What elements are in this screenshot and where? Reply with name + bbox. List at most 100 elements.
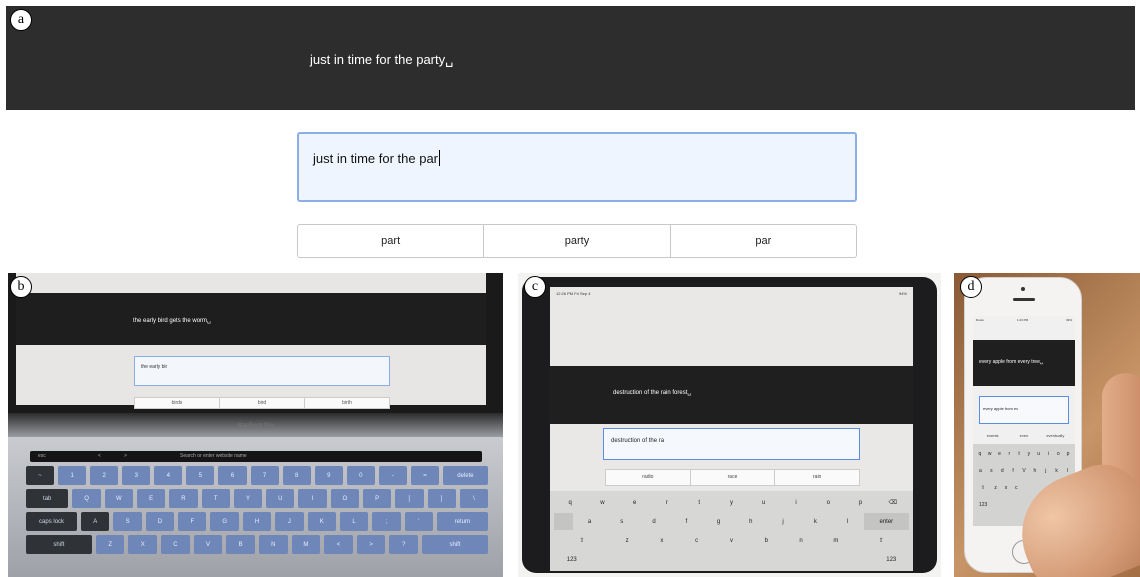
key[interactable]: j: [1040, 463, 1051, 478]
space-key[interactable]: [590, 551, 874, 568]
key[interactable]: =: [410, 466, 440, 485]
key[interactable]: Y: [233, 489, 263, 508]
key[interactable]: 4: [154, 466, 183, 485]
shift-key[interactable]: ⇧: [554, 532, 610, 549]
phone-suggestion-2[interactable]: even: [1008, 430, 1039, 442]
key[interactable]: 1: [58, 466, 87, 485]
enter-key[interactable]: enter: [863, 513, 909, 530]
key[interactable]: w: [985, 446, 995, 461]
key[interactable]: p: [844, 494, 876, 511]
key[interactable]: ~: [26, 466, 55, 485]
key[interactable]: 7: [250, 466, 279, 485]
key[interactable]: L: [339, 512, 369, 531]
key[interactable]: T: [201, 489, 230, 508]
backspace-key[interactable]: ⌫: [877, 494, 909, 511]
tablet-text-field[interactable]: destruction of the ra: [603, 428, 860, 460]
key[interactable]: U: [266, 489, 295, 508]
numbers-key[interactable]: 123: [874, 551, 910, 568]
suggestion-3-button[interactable]: par: [671, 225, 856, 257]
key[interactable]: x: [1001, 480, 1011, 495]
key[interactable]: j: [767, 513, 799, 530]
key[interactable]: C: [161, 535, 190, 554]
key[interactable]: c: [679, 532, 714, 549]
key[interactable]: w: [586, 494, 618, 511]
key[interactable]: 6: [218, 466, 247, 485]
key[interactable]: h: [735, 513, 767, 530]
key[interactable]: <: [324, 535, 353, 554]
key[interactable]: p: [1063, 446, 1073, 461]
key[interactable]: d: [638, 513, 670, 530]
key[interactable]: V: [193, 535, 223, 554]
key[interactable]: q: [975, 446, 985, 461]
key[interactable]: E: [136, 489, 166, 508]
key[interactable]: y: [715, 494, 747, 511]
numbers-key[interactable]: 123: [554, 551, 590, 568]
key[interactable]: K: [307, 512, 336, 531]
key[interactable]: a: [975, 463, 986, 478]
key[interactable]: O: [330, 489, 359, 508]
key[interactable]: delete: [443, 466, 488, 485]
key[interactable]: o: [1053, 446, 1063, 461]
tablet-suggestion-3[interactable]: rain: [775, 470, 859, 485]
tablet-suggestion-2[interactable]: race: [691, 470, 776, 485]
key[interactable]: f: [1008, 463, 1019, 478]
key[interactable]: q: [554, 494, 586, 511]
laptop-suggestion-2[interactable]: bird: [220, 398, 305, 408]
key[interactable]: x: [644, 532, 679, 549]
key[interactable]: r: [1004, 446, 1014, 461]
key[interactable]: y: [1024, 446, 1034, 461]
key[interactable]: \: [459, 489, 489, 508]
key[interactable]: m: [818, 532, 853, 549]
key[interactable]: P: [362, 489, 392, 508]
key[interactable]: R: [169, 489, 198, 508]
key[interactable]: e: [995, 446, 1005, 461]
key[interactable]: k: [1051, 463, 1062, 478]
key[interactable]: d: [997, 463, 1008, 478]
laptop-text-field[interactable]: the early bir: [134, 356, 390, 386]
key[interactable]: v: [714, 532, 749, 549]
key[interactable]: shift: [422, 535, 488, 554]
key[interactable]: N: [258, 535, 288, 554]
key[interactable]: u: [1034, 446, 1044, 461]
key[interactable]: r: [651, 494, 683, 511]
key[interactable]: a: [573, 513, 605, 530]
suggestion-1-button[interactable]: part: [298, 225, 485, 257]
key[interactable]: M: [291, 535, 321, 554]
key[interactable]: 3: [122, 466, 151, 485]
key[interactable]: H: [242, 512, 272, 531]
key[interactable]: return: [437, 512, 489, 531]
key[interactable]: b: [749, 532, 784, 549]
key[interactable]: S: [113, 512, 142, 531]
laptop-suggestion-1[interactable]: birds: [135, 398, 220, 408]
key[interactable]: Q: [72, 489, 101, 508]
key[interactable]: W: [104, 489, 133, 508]
phone-text-field[interactable]: every apple from ev: [979, 396, 1069, 424]
text-entry-field[interactable]: just in time for the par: [297, 132, 857, 202]
key[interactable]: h: [1029, 463, 1040, 478]
key[interactable]: 2: [90, 466, 119, 485]
key[interactable]: i: [1044, 446, 1054, 461]
key[interactable]: J: [275, 512, 304, 531]
key[interactable]: 5: [186, 466, 215, 485]
key[interactable]: ;: [372, 512, 401, 531]
shift-key[interactable]: ⇧: [853, 532, 909, 549]
key[interactable]: 0: [346, 466, 375, 485]
key[interactable]: caps lock: [26, 512, 78, 531]
key[interactable]: g: [702, 513, 734, 530]
key[interactable]: [: [395, 489, 424, 508]
key[interactable]: c: [1011, 480, 1021, 495]
key[interactable]: 9: [314, 466, 343, 485]
key[interactable]: e: [619, 494, 651, 511]
key[interactable]: ': [404, 512, 433, 531]
key[interactable]: l: [831, 513, 863, 530]
key[interactable]: t: [683, 494, 715, 511]
key[interactable]: u: [748, 494, 780, 511]
key[interactable]: tab: [26, 489, 69, 508]
key[interactable]: Z: [95, 535, 125, 554]
key[interactable]: -: [378, 466, 407, 485]
key[interactable]: G: [210, 512, 239, 531]
key[interactable]: ?: [389, 535, 419, 554]
laptop-suggestion-3[interactable]: birth: [305, 398, 389, 408]
key[interactable]: 8: [282, 466, 311, 485]
key[interactable]: A: [81, 512, 110, 531]
